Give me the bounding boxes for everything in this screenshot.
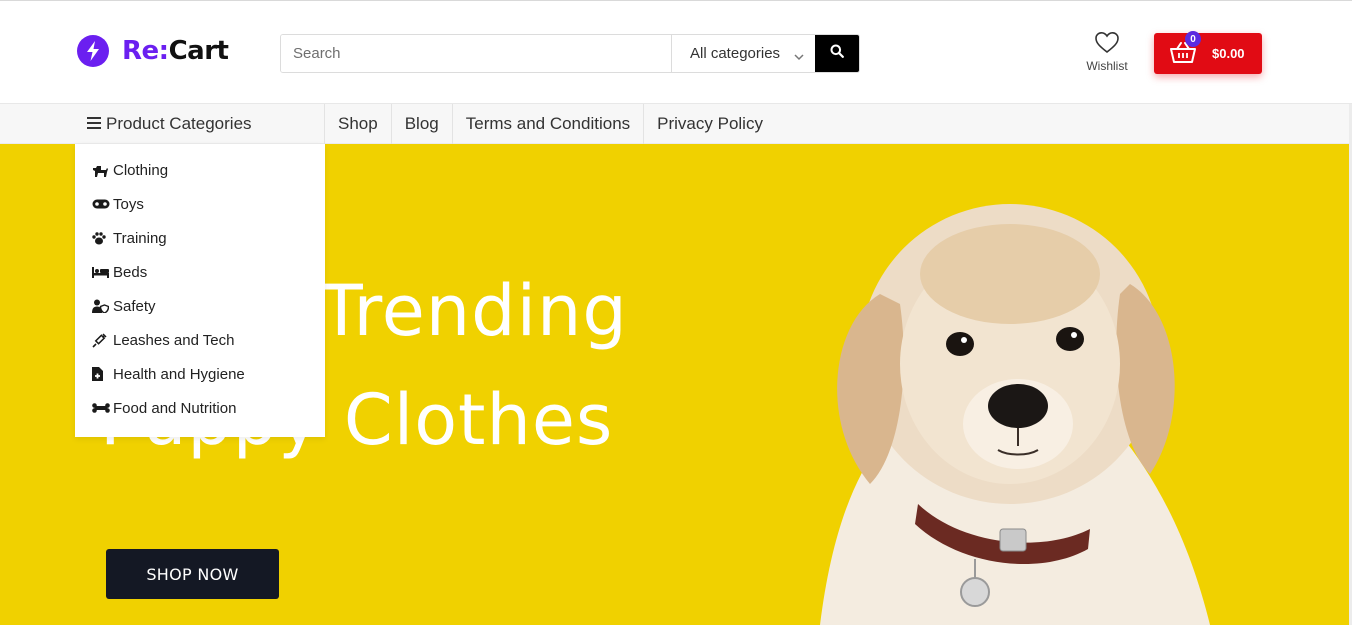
hamburger-icon [87, 114, 101, 134]
logo-text: Re:Cart [122, 36, 229, 66]
category-item-training[interactable]: Training [75, 221, 325, 255]
category-label: Safety [113, 297, 156, 315]
user-shield-icon [92, 299, 112, 313]
search-icon [830, 44, 844, 63]
cart-button[interactable]: 0 $0.00 [1154, 31, 1262, 74]
category-item-safety[interactable]: Safety [75, 289, 325, 323]
nav-link-privacy[interactable]: Privacy Policy [643, 104, 776, 144]
paw-icon [92, 231, 112, 245]
category-label: Health and Hygiene [113, 365, 245, 383]
product-categories-toggle[interactable]: Product Categories [75, 104, 325, 144]
cart-total: $0.00 [1212, 46, 1245, 61]
category-label: Food and Nutrition [113, 399, 237, 417]
dog-icon [92, 164, 112, 177]
shop-now-button[interactable]: SHOP NOW [106, 549, 279, 599]
categories-dropdown: Clothing Toys Training Beds Safety Leash… [75, 144, 325, 437]
product-categories-label: Product Categories [106, 114, 252, 133]
search-button[interactable] [815, 35, 859, 72]
logo[interactable]: Re:Cart [77, 35, 229, 67]
category-item-health-and-hygiene[interactable]: Health and Hygiene [75, 357, 325, 391]
main-nav: Product Categories Shop Blog Terms and C… [0, 104, 1352, 144]
bed-icon [92, 266, 112, 278]
wishlist-label: Wishlist [1086, 59, 1128, 73]
cart-count-badge: 0 [1185, 31, 1201, 47]
category-item-food-and-nutrition[interactable]: Food and Nutrition [75, 391, 325, 425]
nav-link-terms[interactable]: Terms and Conditions [451, 104, 643, 144]
category-label: Clothing [113, 161, 169, 179]
bone-icon [92, 403, 112, 413]
category-item-leashes-and-tech[interactable]: Leashes and Tech [75, 323, 325, 357]
nav-link-blog[interactable]: Blog [390, 104, 452, 144]
puppy-image [820, 204, 1210, 625]
category-select-value: All categories [690, 45, 781, 62]
lightning-icon [77, 35, 109, 67]
nav-links: Shop Blog Terms and Conditions Privacy P… [324, 104, 776, 144]
category-item-clothing[interactable]: Clothing [75, 153, 325, 187]
nav-link-shop[interactable]: Shop [324, 104, 391, 144]
category-label: Training [113, 229, 167, 247]
wishlist-button[interactable]: Wishlist [1080, 31, 1134, 77]
site-header: Re:Cart All categories Wishlist 0 $0.00 [0, 1, 1352, 104]
syringe-icon [92, 332, 112, 348]
search-input[interactable] [281, 35, 671, 72]
heart-icon [1080, 31, 1134, 54]
category-item-toys[interactable]: Toys [75, 187, 325, 221]
chevron-down-icon [794, 48, 804, 65]
gamepad-icon [92, 199, 112, 209]
category-item-beds[interactable]: Beds [75, 255, 325, 289]
category-select[interactable]: All categories [671, 35, 815, 72]
category-label: Toys [113, 195, 144, 213]
category-label: Leashes and Tech [113, 331, 235, 349]
search-bar: All categories [280, 34, 860, 73]
medical-file-icon [92, 367, 112, 381]
category-label: Beds [113, 263, 148, 281]
